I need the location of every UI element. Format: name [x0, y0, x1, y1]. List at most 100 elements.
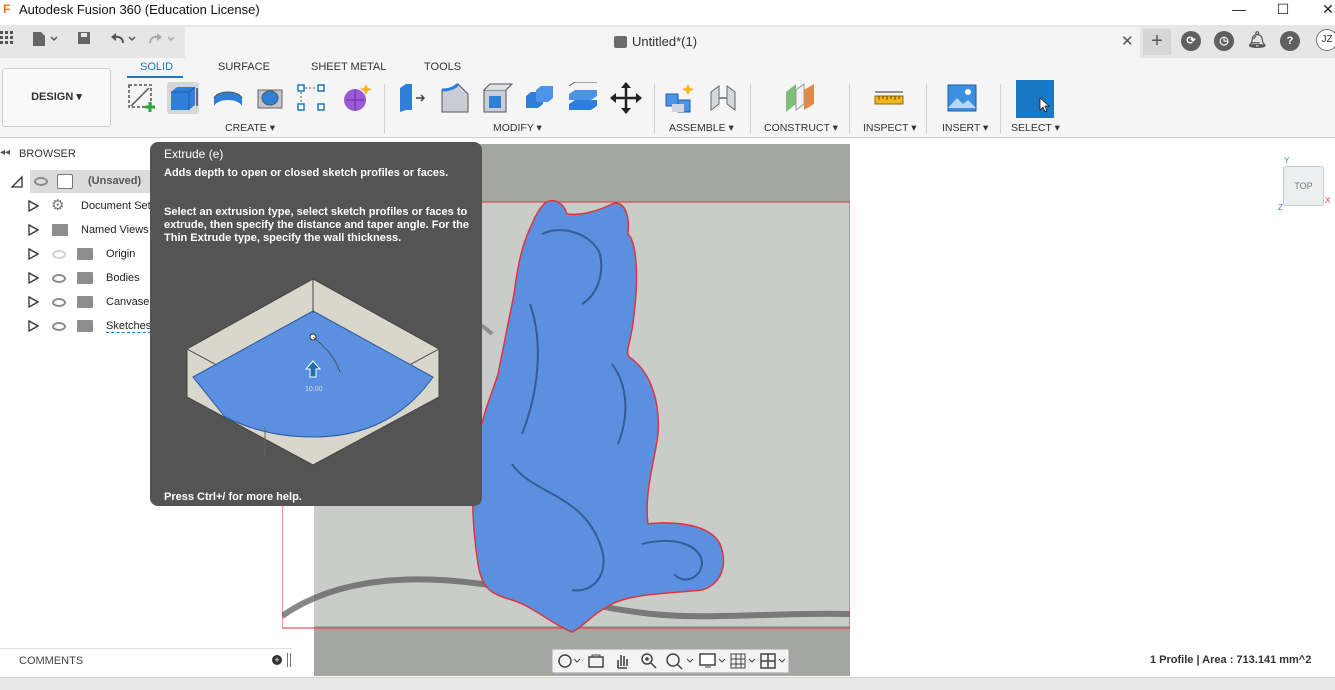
tab-surface[interactable]: SURFACE [218, 61, 270, 73]
new-component-icon[interactable] [664, 82, 696, 114]
browser-item-document-settings[interactable]: ⚙ Document Sett [0, 194, 154, 218]
joint-icon[interactable] [707, 82, 739, 114]
browser-item-label: Canvase [106, 296, 150, 308]
offset-plane-icon[interactable] [784, 82, 816, 114]
viewcube[interactable]: TOP [1283, 166, 1324, 206]
redo-icon[interactable] [147, 31, 177, 51]
ribbon-separator [849, 84, 850, 134]
press-pull-icon[interactable] [396, 82, 428, 114]
browser-header[interactable]: ◂◂ BROWSER [0, 144, 150, 164]
tab-sheet-metal[interactable]: SHEET METAL [311, 61, 386, 73]
tab-tools[interactable]: TOOLS [424, 61, 461, 73]
browser-item-origin[interactable]: Origin [0, 242, 150, 266]
job-status-icon[interactable]: ◷ [1214, 31, 1234, 51]
create-form-icon[interactable] [340, 82, 372, 114]
viewcube-face-label: TOP [1294, 181, 1313, 191]
grid-settings-icon[interactable] [730, 653, 758, 669]
notifications-bell-icon[interactable]: 🔔︎ [1247, 31, 1267, 51]
browser-item-named-views[interactable]: Named Views [0, 218, 150, 242]
revolve-icon[interactable] [212, 82, 244, 114]
browser-item-label: Bodies [106, 272, 140, 284]
offset-face-icon[interactable] [567, 81, 599, 114]
tab-solid[interactable]: SOLID [140, 61, 173, 73]
create-group-label[interactable]: CREATE ▾ [225, 122, 275, 134]
display-settings-icon[interactable] [699, 653, 727, 669]
add-comment-icon[interactable]: + [272, 655, 282, 665]
browser-root-row[interactable]: (Unsaved) [0, 170, 150, 194]
folder-icon [77, 320, 93, 332]
browser-item-canvases[interactable]: Canvase [0, 290, 150, 314]
help-icon[interactable]: ? [1280, 31, 1300, 51]
insert-group-label[interactable]: INSERT ▾ [942, 122, 988, 134]
select-group-label[interactable]: SELECT ▾ [1011, 122, 1060, 134]
visibility-eye-icon[interactable] [52, 322, 66, 331]
ribbon-separator [654, 84, 655, 134]
fillet-icon[interactable] [439, 82, 471, 114]
collapsed-triangle-icon[interactable] [28, 224, 39, 236]
viewports-icon[interactable] [760, 653, 788, 669]
close-document-button[interactable]: ✕ [1121, 32, 1134, 50]
undo-icon[interactable] [108, 31, 138, 51]
hole-icon[interactable] [254, 82, 286, 114]
pan-hand-icon[interactable] [614, 652, 630, 670]
browser-root-label: (Unsaved) [88, 175, 142, 187]
component-icon [57, 174, 73, 189]
tooltip-help-hint: Press Ctrl+/ for more help. [164, 491, 302, 503]
collapsed-triangle-icon[interactable] [28, 200, 39, 212]
illustration-distance-label: 10.00 [305, 386, 323, 393]
comments-panel[interactable]: COMMENTS + [0, 648, 292, 674]
app-grid-icon[interactable] [0, 31, 14, 51]
ribbon-separator [926, 84, 927, 134]
collapse-comments-icon[interactable] [287, 653, 291, 667]
shell-icon[interactable] [481, 82, 514, 114]
folder-icon [77, 296, 93, 308]
gear-icon: ⚙ [51, 197, 65, 214]
collapsed-triangle-icon[interactable] [28, 320, 39, 332]
collapsed-triangle-icon[interactable] [28, 272, 39, 284]
ribbon-separator [1000, 84, 1001, 134]
orbit-icon[interactable] [557, 653, 581, 669]
construct-group-label[interactable]: CONSTRUCT ▾ [764, 122, 838, 134]
visibility-eye-icon[interactable] [52, 298, 66, 307]
expanded-triangle-icon[interactable] [10, 175, 24, 189]
browser-item-sketches[interactable]: Sketches [0, 314, 152, 338]
workspace-switcher[interactable]: DESIGN ▾ [2, 68, 111, 127]
maximize-button[interactable]: ☐ [1268, 0, 1298, 20]
browser-title: BROWSER [19, 148, 76, 160]
move-copy-icon[interactable] [610, 82, 642, 114]
minimize-button[interactable]: — [1224, 0, 1254, 20]
hidden-eye-icon[interactable] [52, 250, 66, 259]
axis-z-label: Z [1278, 203, 1283, 212]
visibility-eye-icon[interactable] [34, 177, 48, 186]
tooltip-summary: Adds depth to open or closed sketch prof… [164, 167, 449, 179]
measure-icon[interactable] [873, 82, 905, 114]
zoom-icon[interactable] [640, 652, 658, 670]
folder-icon [52, 224, 68, 236]
user-avatar[interactable]: JZ [1316, 29, 1335, 51]
file-menu-icon[interactable] [30, 31, 60, 51]
visibility-eye-icon[interactable] [52, 274, 66, 283]
select-icon[interactable] [1016, 80, 1054, 118]
tooltip-details: Select an extrusion type, select sketch … [164, 206, 470, 244]
extrude-icon[interactable] [167, 82, 199, 114]
look-at-icon[interactable] [588, 653, 604, 669]
combine-icon[interactable] [524, 82, 556, 114]
pattern-icon[interactable] [296, 82, 328, 114]
close-window-button[interactable]: ✕ [1313, 0, 1335, 20]
browser-item-bodies[interactable]: Bodies [0, 266, 150, 290]
save-icon[interactable] [76, 31, 92, 51]
extrude-illustration: 10.00 [186, 278, 440, 466]
inspect-group-label[interactable]: INSPECT ▾ [863, 122, 917, 134]
new-tab-button[interactable]: + [1143, 29, 1171, 55]
collapsed-triangle-icon[interactable] [28, 248, 39, 260]
collapse-browser-icon[interactable]: ◂◂ [0, 147, 10, 158]
collapsed-triangle-icon[interactable] [28, 296, 39, 308]
navigation-toolbar [552, 649, 789, 673]
fit-zoom-icon[interactable] [665, 652, 695, 670]
extensions-icon[interactable]: ⟳ [1181, 31, 1201, 51]
assemble-group-label[interactable]: ASSEMBLE ▾ [669, 122, 734, 134]
modify-group-label[interactable]: MODIFY ▾ [493, 122, 542, 134]
create-sketch-icon[interactable] [126, 82, 158, 114]
insert-canvas-icon[interactable] [946, 82, 978, 114]
browser-item-label: Sketches [106, 320, 152, 333]
